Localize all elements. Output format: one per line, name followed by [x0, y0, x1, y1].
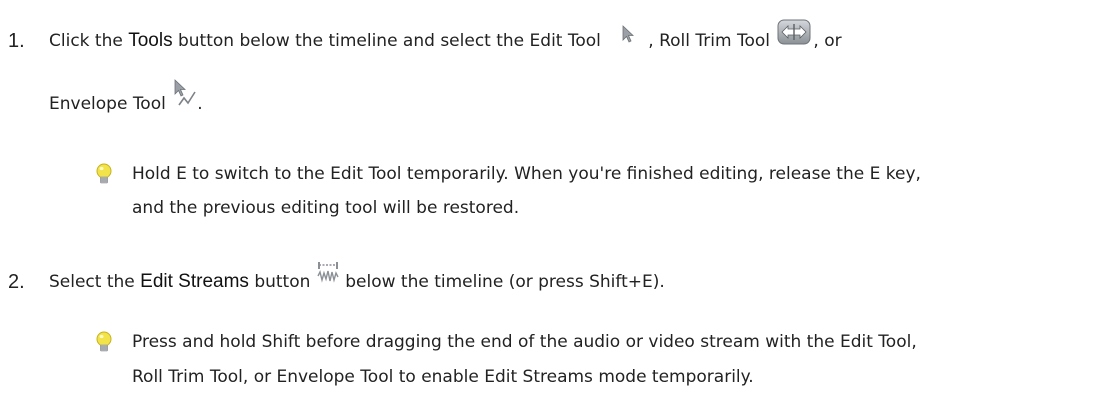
tip-text-line: Press and hold Shift before dragging the…	[132, 332, 917, 352]
lightbulb-icon	[95, 163, 113, 192]
ui-label-edit-streams: Edit Streams	[140, 271, 249, 292]
ui-label-tools: Tools	[128, 30, 173, 51]
step-number: 2.	[8, 271, 25, 293]
edit-streams-icon	[316, 260, 340, 289]
step-text-line: Click the Tools button below the timelin…	[49, 19, 842, 52]
roll-trim-tool-icon	[777, 19, 811, 50]
envelope-tool-icon	[173, 78, 197, 113]
tip-text-line: Roll Trim Tool, or Envelope Tool to enab…	[132, 367, 754, 387]
step-number: 1.	[8, 30, 25, 52]
tip-text-line: Hold E to switch to the Edit Tool tempor…	[132, 164, 921, 184]
edit-tool-arrow-icon	[620, 24, 636, 49]
step-text-line-2: Envelope Tool .	[49, 78, 203, 114]
instructions: 1. Click the Tools button below the time…	[0, 0, 1099, 416]
step-text-line: Select the Edit Streams button below the…	[49, 261, 665, 293]
lightbulb-icon	[95, 331, 113, 360]
tip-text-line: and the previous editing tool will be re…	[132, 198, 520, 218]
